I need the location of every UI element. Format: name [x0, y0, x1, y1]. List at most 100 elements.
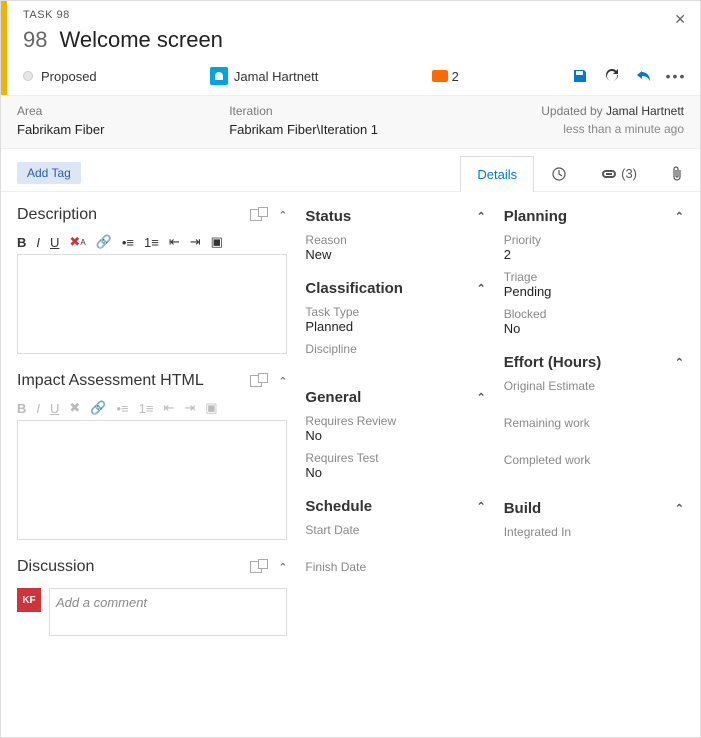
- state-dot-icon: [23, 71, 33, 81]
- area-label: Area: [17, 104, 219, 118]
- assignee-field[interactable]: Jamal Hartnett: [210, 67, 319, 85]
- requires-test-label: Requires Test: [305, 451, 485, 465]
- clear-format-icon[interactable]: ✖A: [69, 234, 85, 250]
- underline-icon[interactable]: U: [50, 401, 59, 416]
- integrated-in-label: Integrated In: [504, 525, 684, 539]
- discipline-value[interactable]: [305, 356, 485, 371]
- schedule-group: Schedule⌃ Start Date Finish Date: [305, 498, 485, 589]
- indent-icon[interactable]: ⇥: [184, 400, 195, 416]
- chevron-up-icon: ⌃: [476, 500, 485, 513]
- numbered-list-icon[interactable]: 1≡: [139, 401, 154, 416]
- original-estimate-label: Original Estimate: [504, 379, 684, 393]
- add-tag-button[interactable]: Add Tag: [17, 162, 81, 184]
- maximize-icon[interactable]: [250, 209, 272, 221]
- more-actions-icon[interactable]: •••: [668, 68, 684, 84]
- comment-placeholder: Add a comment: [56, 595, 147, 610]
- integrated-in-value[interactable]: [504, 539, 684, 554]
- indent-icon[interactable]: ⇥: [190, 234, 201, 250]
- schedule-title[interactable]: Schedule⌃: [305, 498, 485, 515]
- image-icon[interactable]: ▣: [211, 234, 223, 250]
- header-actions: •••: [572, 68, 684, 84]
- tab-links[interactable]: (3): [584, 155, 654, 191]
- tab-details[interactable]: Details: [460, 156, 534, 192]
- outdent-icon[interactable]: ⇤: [169, 234, 180, 250]
- state-field[interactable]: Proposed: [23, 69, 97, 84]
- underline-icon[interactable]: U: [50, 235, 59, 250]
- tags-tabs-row: Add Tag Details (3): [1, 149, 700, 192]
- requires-review-value[interactable]: No: [305, 428, 485, 443]
- collapse-icon[interactable]: ⌃: [278, 209, 287, 222]
- save-icon[interactable]: [572, 68, 588, 84]
- updated-by-name: Jamal Hartnett: [606, 104, 684, 118]
- area-field[interactable]: Area Fabrikam Fiber: [17, 104, 219, 140]
- build-group: Build⌃ Integrated In: [504, 500, 684, 554]
- bold-icon[interactable]: B: [17, 401, 26, 416]
- requires-test-value[interactable]: No: [305, 465, 485, 480]
- tab-attachments[interactable]: [654, 155, 700, 191]
- completed-work-value[interactable]: [504, 467, 684, 482]
- start-date-label: Start Date: [305, 523, 485, 537]
- work-item-header: TASK 98 ✕ 98 Welcome screen Proposed Jam…: [1, 1, 700, 95]
- undo-icon[interactable]: [636, 68, 652, 84]
- comments-indicator[interactable]: 2: [432, 69, 459, 84]
- avatar-icon: [210, 67, 228, 85]
- italic-icon[interactable]: I: [36, 235, 40, 250]
- effort-title[interactable]: Effort (Hours)⌃: [504, 354, 684, 371]
- impact-header: Impact Assessment HTML ⌃: [17, 372, 287, 390]
- general-title[interactable]: General⌃: [305, 389, 485, 406]
- work-item-title[interactable]: Welcome screen: [59, 27, 222, 53]
- comment-input[interactable]: Add a comment: [49, 588, 287, 636]
- updated-by-prefix: Updated by: [541, 104, 606, 118]
- right-column: Planning⌃ Priority 2 Triage Pending Bloc…: [504, 206, 684, 714]
- assignee-name: Jamal Hartnett: [234, 69, 319, 84]
- planning-title[interactable]: Planning⌃: [504, 208, 684, 225]
- start-date-value[interactable]: [305, 537, 485, 552]
- description-editor[interactable]: [17, 254, 287, 354]
- chevron-up-icon: ⌃: [675, 502, 684, 515]
- task-type-value[interactable]: Planned: [305, 319, 485, 334]
- comment-count: 2: [452, 69, 459, 84]
- close-icon[interactable]: ✕: [674, 11, 686, 28]
- link-tool-icon[interactable]: 🔗: [96, 234, 112, 250]
- general-group: General⌃ Requires Review No Requires Tes…: [305, 389, 485, 480]
- triage-value[interactable]: Pending: [504, 284, 684, 299]
- chevron-up-icon: ⌃: [476, 391, 485, 404]
- priority-label: Priority: [504, 233, 684, 247]
- status-title[interactable]: Status⌃: [305, 208, 485, 225]
- maximize-icon[interactable]: [250, 375, 272, 387]
- refresh-icon[interactable]: [604, 68, 620, 84]
- bold-icon[interactable]: B: [17, 235, 26, 250]
- remaining-work-value[interactable]: [504, 430, 684, 445]
- impact-toolbar: B I U ✖ 🔗 •≡ 1≡ ⇤ ⇥ ▣: [17, 396, 287, 420]
- image-icon[interactable]: ▣: [205, 400, 217, 416]
- collapse-icon[interactable]: ⌃: [278, 561, 287, 574]
- iteration-field[interactable]: Iteration Fabrikam Fiber\Iteration 1: [229, 104, 431, 140]
- reason-label: Reason: [305, 233, 485, 247]
- bulleted-list-icon[interactable]: •≡: [122, 235, 134, 250]
- outdent-icon[interactable]: ⇤: [163, 400, 174, 416]
- link-tool-icon[interactable]: 🔗: [90, 400, 106, 416]
- impact-editor[interactable]: [17, 420, 287, 540]
- impact-title: Impact Assessment HTML: [17, 372, 204, 390]
- blocked-value[interactable]: No: [504, 321, 684, 336]
- classification-title[interactable]: Classification⌃: [305, 280, 485, 297]
- original-estimate-value[interactable]: [504, 393, 684, 408]
- effort-group: Effort (Hours)⌃ Original Estimate Remain…: [504, 354, 684, 482]
- maximize-icon[interactable]: [250, 561, 272, 573]
- finish-date-value[interactable]: [305, 574, 485, 589]
- clear-format-icon[interactable]: ✖: [69, 400, 80, 416]
- bulleted-list-icon[interactable]: •≡: [117, 401, 129, 416]
- updated-by-line: Updated by Jamal Hartnett: [441, 104, 684, 118]
- history-icon: [551, 166, 567, 182]
- tab-history[interactable]: [534, 155, 584, 191]
- priority-value[interactable]: 2: [504, 247, 684, 262]
- speech-bubble-icon: [432, 70, 448, 82]
- build-title[interactable]: Build⌃: [504, 500, 684, 517]
- italic-icon[interactable]: I: [36, 401, 40, 416]
- numbered-list-icon[interactable]: 1≡: [144, 235, 159, 250]
- discussion-title: Discussion: [17, 558, 94, 576]
- collapse-icon[interactable]: ⌃: [278, 375, 287, 388]
- reason-value[interactable]: New: [305, 247, 485, 262]
- planning-group: Planning⌃ Priority 2 Triage Pending Bloc…: [504, 208, 684, 336]
- tab-links-count: (3): [621, 166, 637, 181]
